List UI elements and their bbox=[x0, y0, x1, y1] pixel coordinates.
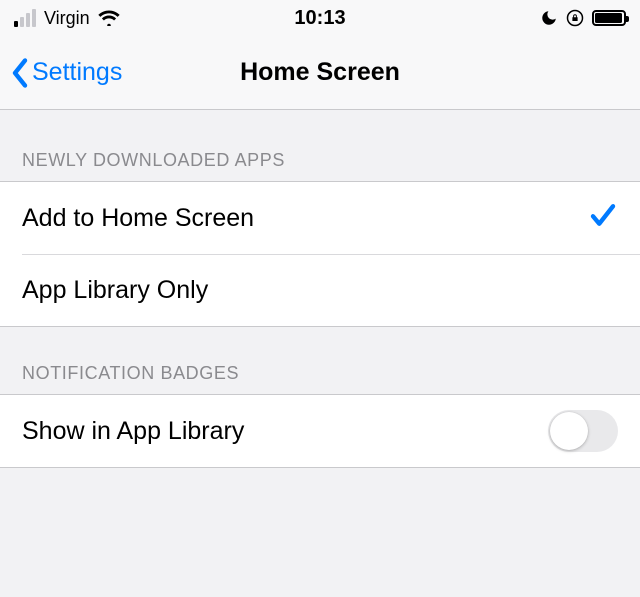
back-button[interactable]: Settings bbox=[10, 58, 122, 88]
checkmark-icon bbox=[588, 200, 618, 237]
wifi-icon bbox=[98, 10, 120, 26]
option-label: Add to Home Screen bbox=[22, 204, 254, 233]
do-not-disturb-icon bbox=[540, 9, 558, 27]
group-newly-downloaded: Add to Home Screen App Library Only bbox=[0, 181, 640, 327]
battery-icon bbox=[592, 10, 626, 26]
option-app-library-only[interactable]: App Library Only bbox=[0, 254, 640, 326]
row-show-in-app-library: Show in App Library bbox=[0, 395, 640, 467]
option-label: App Library Only bbox=[22, 276, 208, 305]
status-left: Virgin bbox=[14, 8, 120, 29]
nav-bar: Settings Home Screen bbox=[0, 36, 640, 110]
group-notification-badges: Show in App Library bbox=[0, 394, 640, 468]
status-time: 10:13 bbox=[294, 7, 345, 30]
section-header-notification-badges: NOTIFICATION BADGES bbox=[0, 327, 640, 394]
status-bar: Virgin 10:13 bbox=[0, 0, 640, 36]
option-add-to-home-screen[interactable]: Add to Home Screen bbox=[0, 182, 640, 254]
carrier-label: Virgin bbox=[44, 8, 90, 29]
show-in-app-library-toggle[interactable] bbox=[548, 410, 618, 452]
row-label: Show in App Library bbox=[22, 417, 244, 446]
chevron-left-icon bbox=[10, 58, 30, 88]
section-header-newly-downloaded: NEWLY DOWNLOADED APPS bbox=[0, 110, 640, 181]
back-label: Settings bbox=[32, 58, 122, 87]
status-right bbox=[540, 9, 626, 27]
cellular-signal-icon bbox=[14, 9, 36, 27]
page-title: Home Screen bbox=[240, 58, 400, 87]
orientation-lock-icon bbox=[566, 9, 584, 27]
